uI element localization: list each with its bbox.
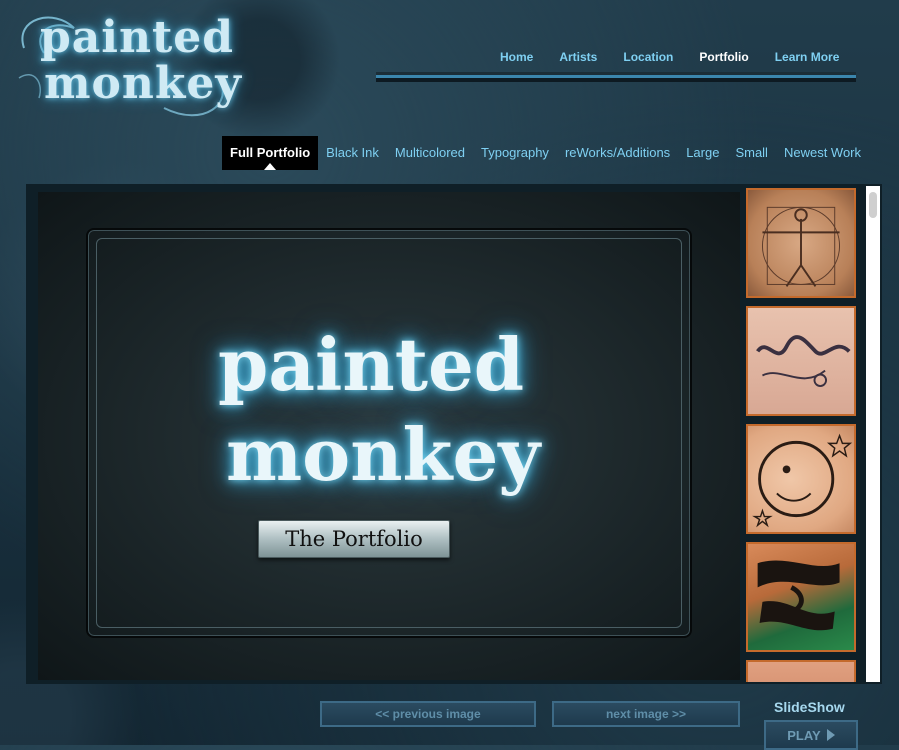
tab-multicolored[interactable]: Multicolored <box>387 136 473 170</box>
play-button[interactable]: PLAY <box>764 720 858 750</box>
portfolio-category-nav: Full Portfolio Black Ink Multicolored Ty… <box>222 136 869 170</box>
slideshow-label: SlideShow <box>774 699 845 715</box>
vitruvian-tattoo-thumbnail[interactable] <box>746 188 856 298</box>
next-image-button[interactable]: next image >> <box>552 701 740 727</box>
scrollbar-grip[interactable] <box>869 192 877 218</box>
tribal-sleeve-tattoo-thumbnail[interactable] <box>746 542 856 652</box>
play-icon <box>826 729 835 741</box>
tab-typography[interactable]: Typography <box>473 136 557 170</box>
nav-portfolio[interactable]: Portfolio <box>699 50 748 64</box>
nav-location[interactable]: Location <box>623 50 673 64</box>
tattoo-thumbnail[interactable] <box>746 660 856 682</box>
cover-title-monkey: monkey <box>226 412 541 497</box>
tab-full-portfolio[interactable]: Full Portfolio <box>222 136 319 170</box>
tab-newest-work[interactable]: Newest Work <box>776 136 869 170</box>
nav-learn-more[interactable]: Learn More <box>775 50 840 64</box>
script-christ-tattoo-thumbnail[interactable] <box>746 306 856 416</box>
nav-artists[interactable]: Artists <box>559 50 597 64</box>
main-image: painted monkey The Portfolio <box>38 192 740 680</box>
tab-small[interactable]: Small <box>727 136 776 170</box>
nav-home[interactable]: Home <box>500 50 533 64</box>
site-logo[interactable]: painted monkey <box>14 8 244 126</box>
tab-reworks-additions[interactable]: reWorks/Additions <box>557 136 678 170</box>
previous-image-button[interactable]: << previous image <box>320 701 536 727</box>
play-label: PLAY <box>787 727 821 743</box>
thumbnail-strip <box>744 186 862 682</box>
tab-black-ink[interactable]: Black Ink <box>318 136 387 170</box>
cover-title-painted: painted <box>218 322 525 407</box>
logo-word-monkey: monkey <box>44 58 242 109</box>
nav-divider <box>376 72 856 82</box>
logo-word-painted: painted <box>40 12 235 63</box>
thumbnail-scrollbar[interactable] <box>866 186 880 682</box>
tab-large[interactable]: Large <box>678 136 727 170</box>
portfolio-plaque: The Portfolio <box>258 520 450 558</box>
moon-face-tattoo-thumbnail[interactable] <box>746 424 856 534</box>
top-nav: Home Artists Location Portfolio Learn Mo… <box>500 50 865 64</box>
